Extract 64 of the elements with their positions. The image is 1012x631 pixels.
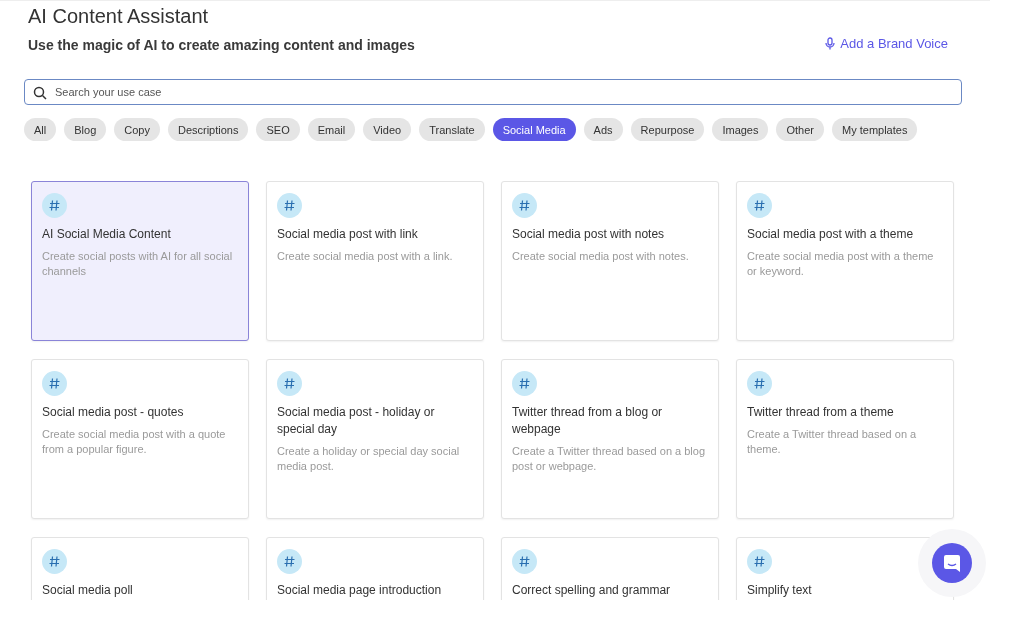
filter-chip[interactable]: Repurpose [630,118,705,141]
template-card[interactable]: Simplify text [736,537,954,600]
hashtag-icon [747,549,772,574]
filter-chip[interactable]: SEO [256,118,300,141]
template-card[interactable]: Twitter thread from a theme Create a Twitter thread based on a theme. [736,359,954,519]
card-description: Create a Twitter thread based on a blog post or webpage. [512,444,707,474]
card-description: Create a holiday or special day social media post. [277,444,461,474]
hashtag-icon [512,193,537,218]
template-card[interactable]: Social media post - quotes Create social media post with a quote from a popular figure. [31,359,249,519]
hashtag-icon [277,193,302,218]
card-title: Social media page introduction [277,582,443,599]
card-description: Create social media post with notes. [512,249,690,264]
chat-icon [943,553,961,573]
search-field[interactable]: Search your use case [24,79,962,105]
filter-chip[interactable]: Copy [114,118,160,141]
card-title: Twitter thread from a theme [747,404,895,421]
template-card[interactable]: Social media post with link Create social media post with a link. [266,181,484,341]
filter-chip[interactable]: Descriptions [167,118,249,141]
template-card[interactable]: Social media post - holiday or special day Create a holiday or special day social media post. [266,359,484,519]
card-description: Create social posts with AI for all social channels [42,249,234,279]
template-card[interactable]: Correct spelling and grammar [501,537,719,600]
card-title: Social media post with a theme [747,226,915,243]
card-description: Create social media post with a quote from a popular figure. [42,427,227,457]
hashtag-icon [512,371,537,396]
card-title: Twitter thread from a blog or webpage [512,404,664,438]
card-title: Social media post with link [277,226,419,243]
page-subtitle: Use the magic of AI to create amazing content and images [28,37,415,53]
hashtag-icon [42,371,67,396]
card-description: Create social media post with a theme or keyword. [747,249,935,279]
filter-chip[interactable]: Ads [583,118,623,141]
filter-chip[interactable]: My templates [832,118,918,141]
hashtag-icon [277,371,302,396]
microphone-icon [825,37,836,50]
filter-chip[interactable]: Social Media [492,118,576,141]
card-title: Social media post - holiday or special day [277,404,436,438]
page-title: AI Content Assistant [28,5,210,28]
template-card[interactable]: Social media post with a theme Create social media post with a theme or keyword. [736,181,954,341]
card-title: Simplify text [747,582,813,599]
hashtag-icon [277,549,302,574]
template-card[interactable]: Social media page introduction [266,537,484,600]
filter-chip[interactable]: Blog [64,118,107,141]
card-title: Social media poll [42,582,134,599]
template-card[interactable]: Social media poll [31,537,249,600]
card-title: Correct spelling and grammar [512,582,672,599]
template-card[interactable]: AI Social Media Content Create social posts with AI for all social channels [31,181,249,341]
filter-chip[interactable]: Other [776,118,824,141]
hashtag-icon [747,193,772,218]
hashtag-icon [747,371,772,396]
filter-chip[interactable]: All [24,118,57,141]
template-card[interactable]: Twitter thread from a blog or webpage Create a Twitter thread based on a blog post or webpage. [501,359,719,519]
card-title: AI Social Media Content [42,226,172,243]
card-title: Social media post - quotes [42,404,185,421]
filter-chip[interactable]: Video [363,118,412,141]
card-description: Create a Twitter thread based on a theme. [747,427,918,457]
card-title: Social media post with notes [512,226,666,243]
card-description: Create social media post with a link. [277,249,454,264]
hashtag-icon [42,193,67,218]
filter-chip[interactable]: Translate [419,118,485,141]
template-card[interactable]: Social media post with notes Create social media post with notes. [501,181,719,341]
filter-chip[interactable]: Email [307,118,356,141]
hashtag-icon [42,549,67,574]
filter-chip[interactable]: Images [712,118,769,141]
hashtag-icon [512,549,537,574]
add-brand-voice-link[interactable]: Add a Brand Voice [825,36,948,51]
